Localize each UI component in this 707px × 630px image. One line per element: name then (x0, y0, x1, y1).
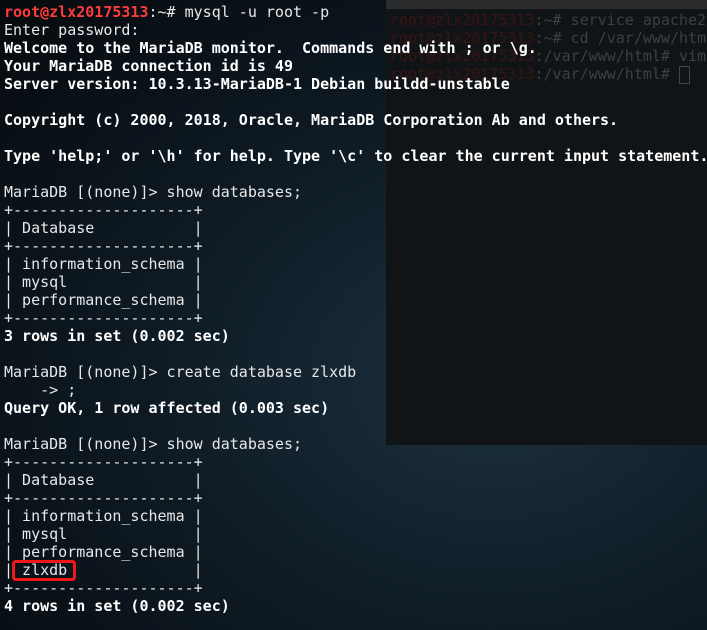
line-text: | mysql | (4, 273, 203, 291)
terminal-line: | performance_schema | (4, 543, 707, 561)
line-text: +--------------------+ (4, 579, 203, 597)
terminal-line: | information_schema | (4, 507, 707, 525)
line-text: Query OK, 1 row affected (0.003 sec) (4, 399, 330, 417)
terminal-line: Copyright (c) 2000, 2018, Oracle, MariaD… (4, 111, 707, 129)
line-text: | mysql | (4, 525, 203, 543)
line-text: | information_schema | (4, 507, 203, 525)
line-text: Server version: 10.3.13-MariaDB-1 Debian… (4, 75, 510, 93)
line-text: | Database | (4, 219, 203, 237)
line-text: +--------------------+ (4, 201, 203, 219)
line-text: +--------------------+ (4, 309, 203, 327)
line-text: MariaDB [(none)]> show databases; (4, 435, 303, 453)
terminal-line: | Database | (4, 219, 707, 237)
terminal-line: root@zlx20175313:~# mysql -u root -p (4, 3, 707, 21)
line-text: Enter password: (4, 21, 140, 39)
terminal-line: +--------------------+ (4, 201, 707, 219)
line-text: MariaDB [(none)]> show databases; (4, 183, 303, 201)
terminal-line: +--------------------+ (4, 579, 707, 597)
line-text: | performance_schema | (4, 543, 203, 561)
terminal-line: | zlxdb | (4, 561, 707, 579)
line-text: Copyright (c) 2000, 2018, Oracle, MariaD… (4, 111, 619, 129)
terminal-line: MariaDB [(none)]> show databases; (4, 435, 707, 453)
terminal-line: | Database | (4, 471, 707, 489)
line-text: Type 'help;' or '\h' for help. Type '\c'… (4, 147, 707, 165)
terminal-line: MariaDB [(none)]> show databases; (4, 183, 707, 201)
line-text: -> ; (4, 381, 77, 399)
line-text: +--------------------+ (4, 489, 203, 507)
line-text: +--------------------+ (4, 453, 203, 471)
terminal-line: +--------------------+ (4, 489, 707, 507)
line-text: 3 rows in set (0.002 sec) (4, 327, 230, 345)
terminal-line: +--------------------+ (4, 309, 707, 327)
terminal-line: 4 rows in set (0.002 sec) (4, 597, 707, 615)
line-text: | performance_schema | (4, 291, 203, 309)
highlight-box-zlxdb (12, 560, 76, 581)
terminal-line: MariaDB [(none)]> create database zlxdb (4, 363, 707, 381)
terminal-line: Welcome to the MariaDB monitor. Commands… (4, 39, 707, 57)
terminal-line: Your MariaDB connection id is 49 (4, 57, 707, 75)
terminal-line: | mysql | (4, 273, 707, 291)
terminal-line: 3 rows in set (0.002 sec) (4, 327, 707, 345)
line-text: Welcome to the MariaDB monitor. Commands… (4, 39, 537, 57)
line-text: | Database | (4, 471, 203, 489)
terminal-line: Enter password: (4, 21, 707, 39)
terminal-line: | information_schema | (4, 255, 707, 273)
terminal-line: Type 'help;' or '\h' for help. Type '\c'… (4, 147, 707, 165)
line-text: 4 rows in set (0.002 sec) (4, 597, 230, 615)
terminal-line: -> ; (4, 381, 707, 399)
line-text: :~# mysql -u root -p (148, 3, 330, 21)
line-text: MariaDB [(none)]> create database zlxdb (4, 363, 357, 381)
terminal-line: +--------------------+ (4, 237, 707, 255)
terminal-line: Query OK, 1 row affected (0.003 sec) (4, 399, 707, 417)
terminal-output[interactable]: root@zlx20175313:~# mysql -u root -p Ente… (4, 3, 707, 615)
line-text: +--------------------+ (4, 237, 203, 255)
terminal-line: | mysql | (4, 525, 707, 543)
terminal-line: Server version: 10.3.13-MariaDB-1 Debian… (4, 75, 707, 93)
terminal-line: | performance_schema | (4, 291, 707, 309)
line-text: Your MariaDB connection id is 49 (4, 57, 293, 75)
prompt-user-host: root@zlx20175313 (4, 3, 149, 21)
terminal-line: +--------------------+ (4, 453, 707, 471)
line-text: | information_schema | (4, 255, 203, 273)
